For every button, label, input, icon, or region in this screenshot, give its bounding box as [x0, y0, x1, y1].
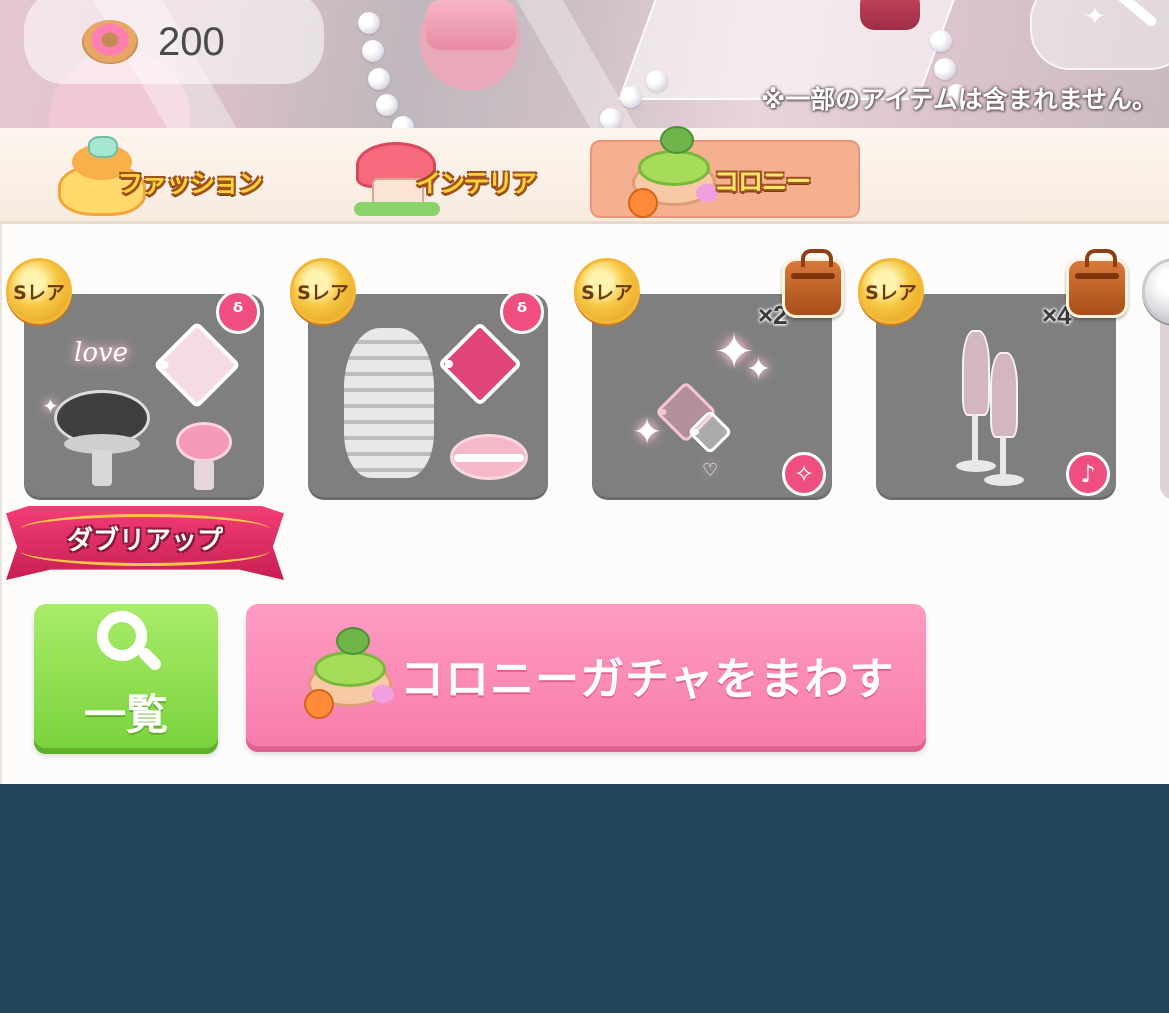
sparkle-icon: ✦ — [1084, 2, 1106, 32]
magic-wand-icon: ✧ — [782, 452, 826, 496]
tab-interior-label: インテリア — [416, 169, 537, 198]
donut-count: 200 — [158, 19, 225, 64]
s-rare-badge: Sレア — [574, 258, 640, 324]
ribbon-label: ダブリアップ — [66, 525, 223, 556]
top-banner: 200 ✦ ※一部のアイテムは含まれません。 — [0, 0, 1169, 128]
tab-colony[interactable]: コロニー — [590, 126, 860, 218]
item-card[interactable]: ✦ ✦ ✦ ♡ Sレア ×2 ✧ — [574, 249, 844, 500]
tab-fashion-label: ファッション — [118, 169, 263, 198]
s-rare-badge: Sレア — [6, 258, 72, 324]
tab-fashion[interactable]: ファッション — [56, 136, 266, 218]
exclusion-note: ※一部のアイテムは含まれません。 — [760, 85, 1157, 114]
item-card[interactable]: love ✦ Sレア ᵟ — [6, 258, 264, 500]
tab-colony-label: コロニー — [714, 167, 811, 196]
item-list-button[interactable]: 一覧 — [34, 604, 218, 748]
colony-icon — [302, 627, 398, 723]
tab-interior[interactable]: インテリア — [352, 140, 552, 218]
bag-icon — [782, 249, 844, 318]
duplicate-up-ribbon: ダブリアップ — [6, 506, 284, 580]
cherry-icon: ᵟ — [216, 290, 260, 334]
item-list-label: 一覧 — [83, 689, 168, 739]
music-note-icon: ♪ — [1066, 452, 1110, 496]
spin-colony-gacha-button[interactable]: コロニーガチャをまわす — [246, 604, 926, 746]
s-rare-badge: Sレア — [290, 258, 356, 324]
spin-gacha-label: コロニーガチャをまわす — [400, 654, 895, 705]
colony-icon — [626, 126, 722, 222]
bag-icon — [1066, 249, 1128, 318]
search-icon — [93, 610, 164, 675]
s-rare-badge: Sレア — [858, 258, 924, 324]
wand-icon — [1105, 0, 1159, 29]
donut-icon — [82, 20, 138, 64]
cherry-icon: ᵟ — [500, 290, 544, 334]
rare-badge: レ — [1142, 258, 1169, 324]
item-image — [1160, 294, 1169, 500]
category-tabs: ファッション インテリア コロニー — [0, 126, 1169, 224]
gacha-panel: love ✦ Sレア ᵟ Sレア ᵟ ✦ ✦ ✦ ♡ Sレア ×2 ✧ Sレア … — [0, 224, 1169, 784]
item-card[interactable]: レ — [1142, 258, 1169, 500]
item-card[interactable]: Sレア ×4 ♪ — [858, 249, 1128, 500]
item-card[interactable]: Sレア ᵟ — [290, 258, 548, 500]
magic-wand-button[interactable]: ✦ — [1030, 0, 1169, 70]
donut-currency: 200 — [24, 0, 324, 84]
